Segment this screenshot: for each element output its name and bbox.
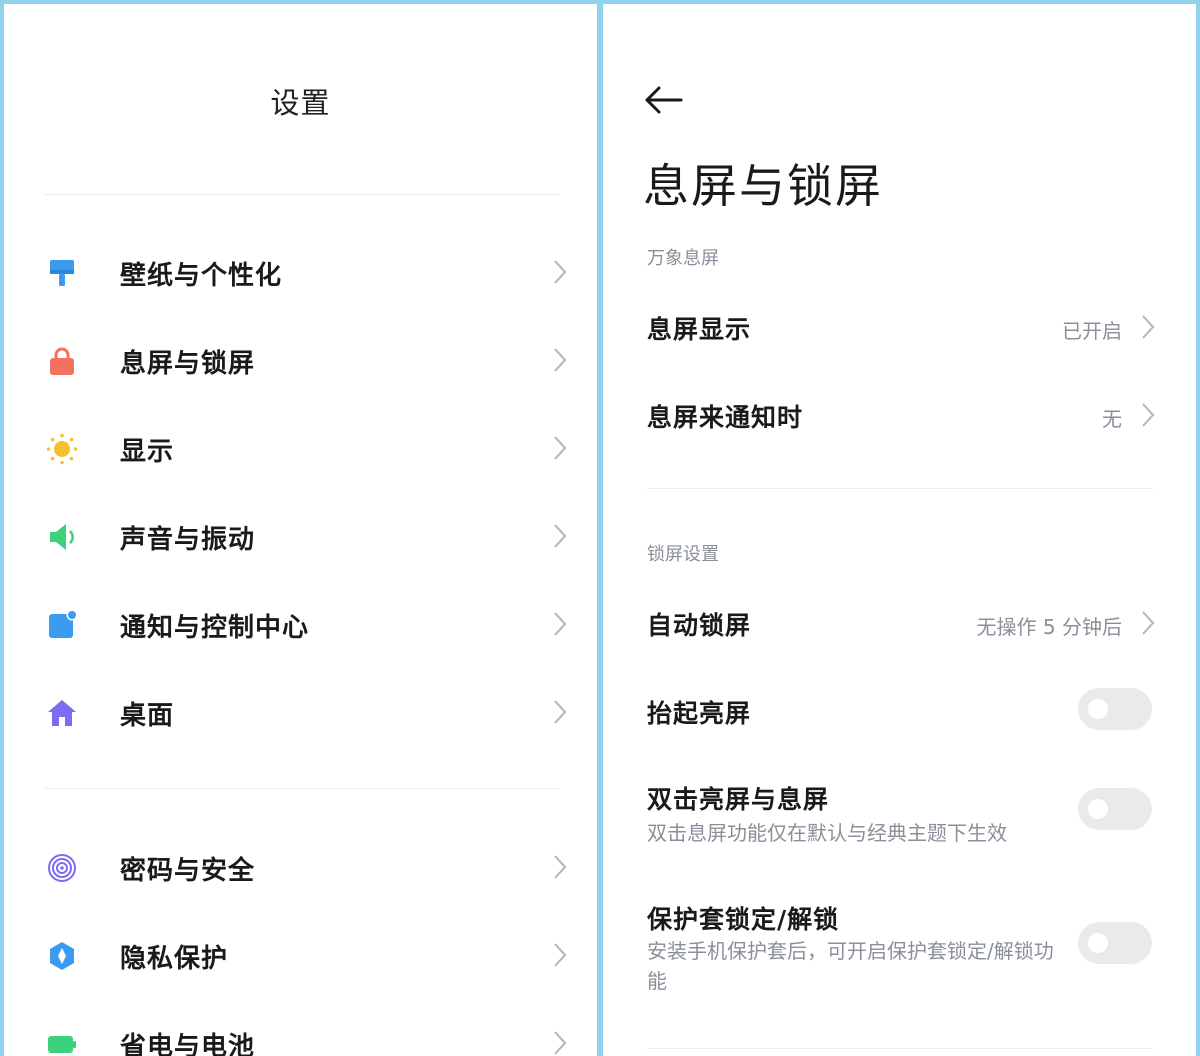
setting-row-cover-lock: 保护套锁定/解锁 安装手机保护套后，可开启保护套锁定/解锁功能: [603, 884, 1196, 1014]
notification-icon: [46, 609, 78, 641]
setting-label: 抬起亮屏: [647, 699, 752, 728]
chevron-right-icon: [1141, 610, 1155, 636]
setting-row-raise-to-wake: 抬起亮屏: [603, 678, 1196, 746]
menu-item-label: 隐私保护: [120, 944, 229, 974]
chevron-right-icon: [1141, 402, 1155, 428]
paint-roller-icon: [46, 257, 78, 289]
toggle-knob: [1088, 699, 1108, 719]
menu-item-home-screen[interactable]: 桌面: [4, 673, 597, 753]
menu-item-label: 省电与电池: [120, 1032, 256, 1056]
chevron-right-icon: [553, 347, 567, 373]
double-tap-toggle[interactable]: [1078, 788, 1152, 830]
setting-value: 无: [1102, 407, 1122, 431]
chevron-right-icon: [553, 699, 567, 725]
chevron-right-icon: [553, 259, 567, 285]
setting-row-aod-notification[interactable]: 息屏来通知时 无: [603, 382, 1196, 450]
page-title: 设置: [270, 86, 331, 120]
speaker-icon: [46, 521, 78, 553]
menu-item-wallpaper[interactable]: 壁纸与个性化: [4, 233, 597, 313]
setting-row-aod-display[interactable]: 息屏显示 已开启: [603, 294, 1196, 362]
section-header-aod: 万象息屏: [647, 248, 719, 269]
setting-label: 息屏显示: [647, 315, 752, 344]
setting-row-auto-lock[interactable]: 自动锁屏 无操作 5 分钟后: [603, 590, 1196, 658]
setting-value: 无操作 5 分钟后: [976, 615, 1122, 639]
menu-item-display[interactable]: 显示: [4, 409, 597, 489]
menu-item-lock-screen[interactable]: 息屏与锁屏: [4, 321, 597, 401]
menu-item-sound[interactable]: 声音与振动: [4, 497, 597, 577]
toggle-knob: [1088, 799, 1108, 819]
fingerprint-icon: [46, 852, 78, 884]
menu-item-label: 壁纸与个性化: [120, 261, 283, 291]
menu-item-label: 显示: [120, 437, 175, 467]
chevron-right-icon: [553, 611, 567, 637]
back-arrow-icon[interactable]: [643, 80, 687, 120]
chevron-right-icon: [553, 1030, 567, 1056]
divider: [44, 788, 560, 789]
divider: [647, 488, 1153, 489]
menu-item-privacy[interactable]: 隐私保护: [4, 916, 597, 996]
divider: [44, 194, 560, 195]
chevron-right-icon: [553, 942, 567, 968]
menu-item-label: 通知与控制中心: [120, 613, 310, 643]
menu-item-security[interactable]: 密码与安全: [4, 828, 597, 908]
setting-description: 安装手机保护套后，可开启保护套锁定/解锁功能: [647, 939, 1054, 993]
setting-description: 双击息屏功能仅在默认与经典主题下生效: [647, 821, 1007, 845]
toggle-knob: [1088, 933, 1108, 953]
setting-value: 已开启: [1062, 319, 1122, 343]
setting-label: 双击亮屏与息屏: [647, 785, 830, 814]
setting-label: 保护套锁定/解锁: [647, 905, 840, 934]
lock-icon: [46, 345, 78, 377]
settings-panel: 设置 壁纸与个性化 息屏与锁屏 显示 声音与振动 通知与控制中心 桌面 密码与安…: [4, 4, 597, 1056]
home-icon: [46, 697, 78, 729]
privacy-shield-icon: [46, 940, 78, 972]
battery-icon: [46, 1028, 78, 1056]
chevron-right-icon: [553, 854, 567, 880]
setting-label: 息屏来通知时: [647, 403, 804, 432]
menu-item-battery[interactable]: 省电与电池: [4, 1004, 597, 1056]
chevron-right-icon: [553, 523, 567, 549]
page-title: 息屏与锁屏: [643, 159, 883, 213]
setting-row-double-tap: 双击亮屏与息屏 双击息屏功能仅在默认与经典主题下生效: [603, 766, 1196, 866]
sun-icon: [46, 433, 78, 465]
setting-label: 自动锁屏: [647, 611, 752, 640]
raise-to-wake-toggle[interactable]: [1078, 688, 1152, 730]
section-header-lock: 锁屏设置: [647, 544, 719, 565]
cover-lock-toggle[interactable]: [1078, 922, 1152, 964]
menu-item-label: 声音与振动: [120, 525, 256, 555]
menu-item-label: 桌面: [120, 701, 175, 731]
menu-item-label: 密码与安全: [120, 856, 256, 886]
chevron-right-icon: [1141, 314, 1155, 340]
menu-item-label: 息屏与锁屏: [120, 349, 256, 379]
divider: [647, 1048, 1153, 1049]
menu-item-notifications[interactable]: 通知与控制中心: [4, 585, 597, 665]
lock-screen-panel: 息屏与锁屏 万象息屏 息屏显示 已开启 息屏来通知时 无 锁屏设置 自动锁屏 无…: [603, 4, 1196, 1056]
chevron-right-icon: [553, 435, 567, 461]
